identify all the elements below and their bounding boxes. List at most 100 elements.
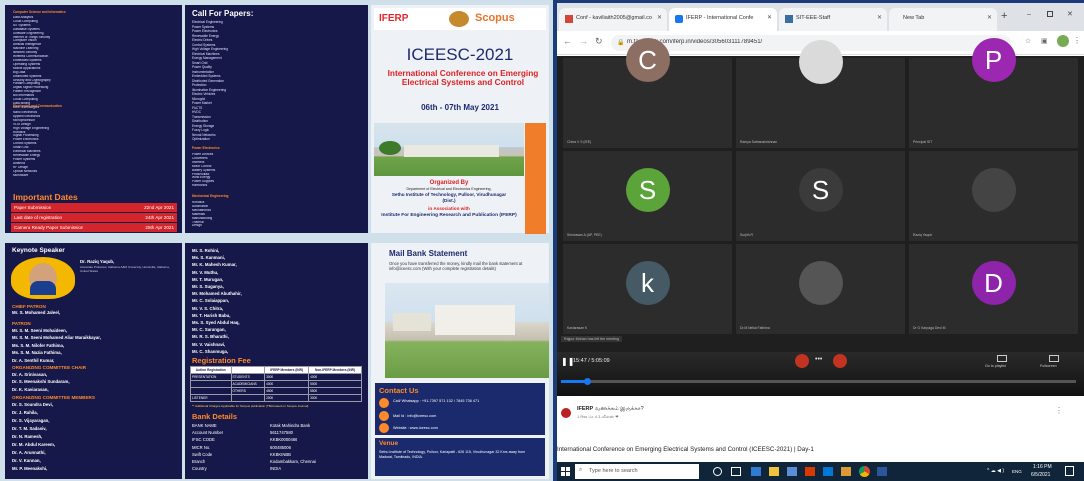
cortana-icon[interactable] <box>713 467 722 476</box>
fee-cell <box>230 394 266 402</box>
chrome-icon[interactable] <box>859 466 870 477</box>
member-name: Dr. J. Rahila, <box>12 410 38 415</box>
close-window-icon[interactable]: ✕ <box>1067 10 1073 18</box>
participant-tile[interactable]: Raziq Yaqub <box>909 151 1078 241</box>
participant-tile[interactable]: Dr.M.Nellai Fathima <box>736 244 905 334</box>
back-icon[interactable]: ← <box>563 36 572 46</box>
member-name: Mr. K. Mahesh Kumar, <box>192 262 237 268</box>
progress-fill <box>561 380 587 383</box>
fullscreen-label[interactable]: Fullscreen <box>1040 364 1057 368</box>
close-tab-icon[interactable]: ✕ <box>767 14 772 21</box>
extensions-icon[interactable]: ▣ <box>1041 37 1048 45</box>
bank-key: Branch <box>192 458 206 464</box>
close-tab-icon[interactable]: ✕ <box>657 14 662 21</box>
bank-value: Kodambakkam, Chennai <box>270 458 316 464</box>
mail-app-icon[interactable] <box>823 467 833 476</box>
convener-name: Dr. K. Kaviarasan, <box>12 386 49 392</box>
participant-name: Kaviarasan K <box>567 326 588 330</box>
fee-header <box>230 366 266 374</box>
participant-tile[interactable]: k Kaviarasan K <box>563 244 732 334</box>
contact-call: Call/ Whatsapp : +91-7397 571 132 / 7845… <box>393 399 480 403</box>
channel-name[interactable]: IFERP <box>577 406 593 412</box>
notification-icon[interactable] <box>1065 466 1074 476</box>
fee-cell: 3000 <box>308 394 362 402</box>
minimize-icon[interactable]: – <box>1027 11 1031 18</box>
forward-icon[interactable]: → <box>579 36 588 46</box>
menu-icon[interactable]: ⋮ <box>1073 36 1081 45</box>
reload-icon[interactable]: ↻ <box>595 36 603 47</box>
channel-avatar[interactable] <box>561 408 571 418</box>
windows-taskbar: ⌕ Type here to search ^ ☁ ◀ ) ENG 1:16 P… <box>557 462 1084 481</box>
member-name: Mr. R. S. Bharathi, <box>192 334 229 340</box>
tab-gmail[interactable]: Conf - kaviliaith2005@gmail.co ✕ <box>559 8 667 31</box>
bank-row: Account Number 5611747580 <box>192 430 362 437</box>
date-label: Paper Submission <box>14 205 52 210</box>
star-icon[interactable]: ☆ <box>1025 37 1031 45</box>
member-name: Mr. S. Rohini, <box>192 248 220 253</box>
topics2-header: Electronics and Communication <box>13 104 62 108</box>
venue-photo <box>385 283 549 378</box>
participant-tile[interactable]: P Principal SIT <box>909 38 1078 148</box>
taskbar-time[interactable]: 1:16 PM <box>1033 464 1052 470</box>
campus-photo <box>374 123 524 176</box>
close-tab-icon[interactable]: ✕ <box>987 14 992 21</box>
mail-icon <box>379 411 389 421</box>
word-icon[interactable] <box>877 467 887 476</box>
file-explorer-icon[interactable] <box>769 467 779 476</box>
bank-value: KKBKINBB <box>270 451 291 457</box>
taskbar-search-box[interactable]: ⌕ Type here to search <box>575 464 699 479</box>
system-tray-icons[interactable]: ^ ☁ ◀ ) <box>987 468 1004 474</box>
fee-cell: 5500 <box>308 387 362 395</box>
mic-off-icon[interactable] <box>795 354 809 368</box>
bank-key: MICR No. <box>192 444 211 450</box>
close-tab-icon[interactable]: ✕ <box>877 14 882 21</box>
participant-tile[interactable]: C Chitra V S (IEE) <box>563 38 732 148</box>
taskbar-lang[interactable]: ENG <box>1012 469 1022 474</box>
fee-cell: PRESENTATION <box>190 373 232 381</box>
app-icon[interactable] <box>841 467 851 476</box>
camera-off-icon[interactable] <box>833 354 847 368</box>
store-icon[interactable] <box>787 467 797 476</box>
edge-icon[interactable] <box>751 467 761 476</box>
profile-avatar[interactable] <box>1057 35 1069 47</box>
tab-title: Conf - kaviliaith2005@gmail.co <box>576 15 652 21</box>
convener-list: Dr. A. Srinivasan, Dr. S. Meenakshi Sunda… <box>12 371 177 393</box>
post-area: IFERP வணக்கம் இருக்கா? 1 Rss செ 4.3 வின்… <box>557 396 1084 462</box>
maximize-icon[interactable] <box>1047 11 1053 17</box>
participant-tile[interactable]: S Surjith R <box>736 151 905 241</box>
member-name: Mr. C. Sarangan, <box>192 327 226 333</box>
participant-tile[interactable]: D Dr G Karpaga Devi M <box>909 244 1078 334</box>
post-menu-icon[interactable]: ⋮ <box>1055 406 1063 415</box>
patron-name: Ms. S. M. Nazia Fathima, <box>12 350 62 356</box>
patron-title: PATRON <box>12 321 31 326</box>
participant-tile[interactable]: Ramya Sathanakrishnan <box>736 40 905 148</box>
participant-name: Ramya Sathanakrishnan <box>740 140 778 144</box>
convener-name: Dr. A. Srinivasan, <box>12 372 48 377</box>
date-value: 25th Apr 2021 <box>145 225 174 230</box>
progress-track[interactable] <box>561 378 1076 385</box>
taskbar-date[interactable]: 6/5/2021 <box>1031 472 1050 478</box>
participant-avatar: S <box>798 168 843 212</box>
new-tab-button[interactable]: + <box>1001 10 1007 22</box>
more-icon[interactable]: ••• <box>815 356 822 363</box>
brochure-panel-title: IFERP Scopus ICEESC-2021 International C… <box>371 5 549 234</box>
tab-new[interactable]: New Tab ✕ <box>889 8 997 31</box>
member-name: Mr. V. S. Chitra, <box>192 305 224 311</box>
progress-handle[interactable] <box>583 378 591 385</box>
fee-cell: 4000 <box>308 373 362 381</box>
topic-item: Microwave <box>13 173 29 177</box>
patron-name: Ms. S. M. Nilofer Fathima, <box>12 342 65 348</box>
tab-facebook[interactable]: IFERP - International Confe ✕ <box>669 8 777 31</box>
windows-start-icon[interactable] <box>561 467 570 476</box>
tab-staff[interactable]: SIT-EEE-Staff ✕ <box>779 8 887 31</box>
orange-stripe <box>525 123 546 234</box>
video-player[interactable]: C Chitra V S (IEE) Ramya Sathanakrishnan P P… <box>557 38 1084 396</box>
task-view-icon[interactable] <box>731 467 741 476</box>
powerpoint-icon[interactable] <box>805 467 815 476</box>
fee-table-header: Author Registration IFERP Members (INR) No… <box>190 366 362 374</box>
participant-name: Dr.M.Nellai Fathima <box>740 326 770 330</box>
participant-tile[interactable]: S Srinivasan A (AP, PEE) <box>563 151 732 241</box>
bank-row: MICR No. 600485006 <box>192 445 362 452</box>
iferp-logo: IFERP <box>379 13 409 24</box>
go-to-playlist[interactable]: Go to playlist <box>985 364 1006 368</box>
